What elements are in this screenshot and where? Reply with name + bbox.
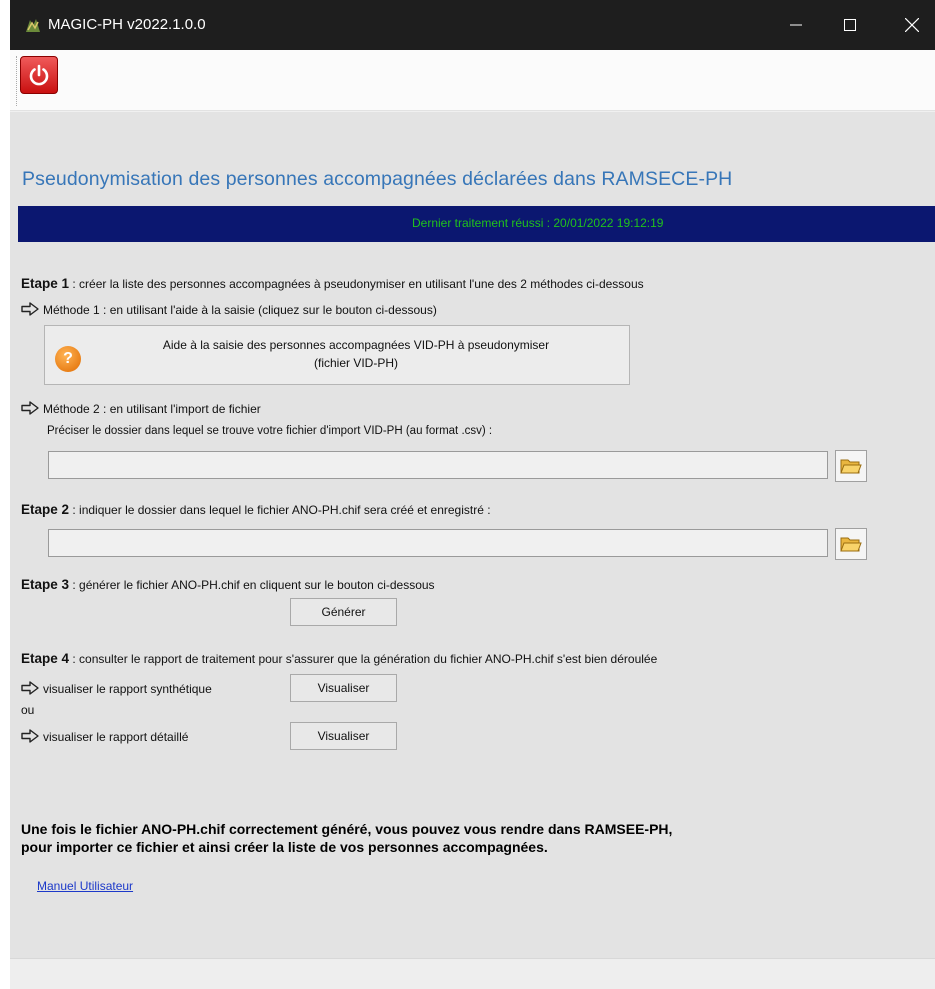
view-summary-report-button[interactable]: Visualiser [290,674,397,702]
maximize-button[interactable] [827,0,873,50]
step4-label: Etape 4 [21,651,70,666]
step4-line: Etape 4 : consulter le rapport de traite… [21,651,657,666]
status-bar [10,958,935,989]
toolbar [10,50,935,111]
arrow-right-icon [21,729,39,743]
toolbar-grip[interactable] [16,56,19,106]
browse-output-folder-button[interactable] [835,528,867,560]
step2-line: Etape 2 : indiquer le dossier dans leque… [21,502,491,517]
method2-line: Méthode 2 : en utilisant l'import de fic… [21,401,261,416]
step3-line: Etape 3 : générer le fichier ANO-PH.chif… [21,577,435,592]
folder-open-icon [840,537,862,552]
summary-report-line: visualiser le rapport synthétique [21,681,212,696]
close-button[interactable] [889,0,935,50]
minimize-icon [790,24,802,26]
import-folder-hint: Préciser le dossier dans lequel se trouv… [47,425,493,437]
step4-text: : consulter le rapport de traitement pou… [69,652,658,666]
minimize-button[interactable] [773,0,819,50]
detailed-report-line: visualiser le rapport détaillé [21,729,188,744]
method2-label: Méthode 2 : en utilisant l'import de fic… [43,402,261,416]
browse-import-folder-button[interactable] [835,450,867,482]
generate-button[interactable]: Générer [290,598,397,626]
arrow-right-icon [21,302,39,316]
folder-open-icon [840,459,862,474]
detailed-report-label: visualiser le rapport détaillé [43,730,189,744]
close-icon [905,18,919,32]
step3-label: Etape 3 [21,577,70,592]
maximize-icon [844,19,856,31]
final-note: Une fois le fichier ANO-PH.chif correcte… [21,821,673,855]
step3-text: : générer le fichier ANO-PH.chif en cliq… [69,578,435,592]
step2-text: : indiquer le dossier dans lequel le fic… [69,503,491,517]
step2-label: Etape 2 [21,502,70,517]
step1-text: : créer la liste des personnes accompagn… [69,277,644,291]
user-manual-link[interactable]: Manuel Utilisateur [37,879,133,893]
title-bar[interactable]: MAGIC-PH v2022.1.0.0 [10,0,935,50]
step1-label: Etape 1 [21,276,70,291]
output-folder-field[interactable] [48,529,828,557]
method1-line: Méthode 1 : en utilisant l'aide à la sai… [21,302,437,317]
method1-label: Méthode 1 : en utilisant l'aide à la sai… [43,303,437,317]
import-folder-field[interactable] [48,451,828,479]
arrow-right-icon [21,401,39,415]
app-icon [26,19,40,32]
power-icon [29,64,49,86]
input-help-label: Aide à la saisie des personnes accompagn… [162,338,550,370]
step1-line: Etape 1 : créer la liste des personnes a… [21,276,644,291]
last-run-status: Dernier traitement réussi : 20/01/2022 1… [412,216,664,230]
app-window: MAGIC-PH v2022.1.0.0 Pseudonymisation de… [10,0,935,989]
input-help-button[interactable]: ? Aide à la saisie des personnes accompa… [44,325,630,385]
status-banner: Dernier traitement réussi : 20/01/2022 1… [18,206,935,242]
power-button[interactable] [20,56,58,94]
main-panel: Pseudonymisation des personnes accompagn… [10,112,935,958]
view-detailed-report-button[interactable]: Visualiser [290,722,397,750]
help-icon: ? [55,346,81,372]
or-label: ou [21,703,35,717]
arrow-right-icon [21,681,39,695]
summary-report-label: visualiser le rapport synthétique [43,682,212,696]
window-title: MAGIC-PH v2022.1.0.0 [48,16,206,33]
page-title: Pseudonymisation des personnes accompagn… [22,168,733,190]
